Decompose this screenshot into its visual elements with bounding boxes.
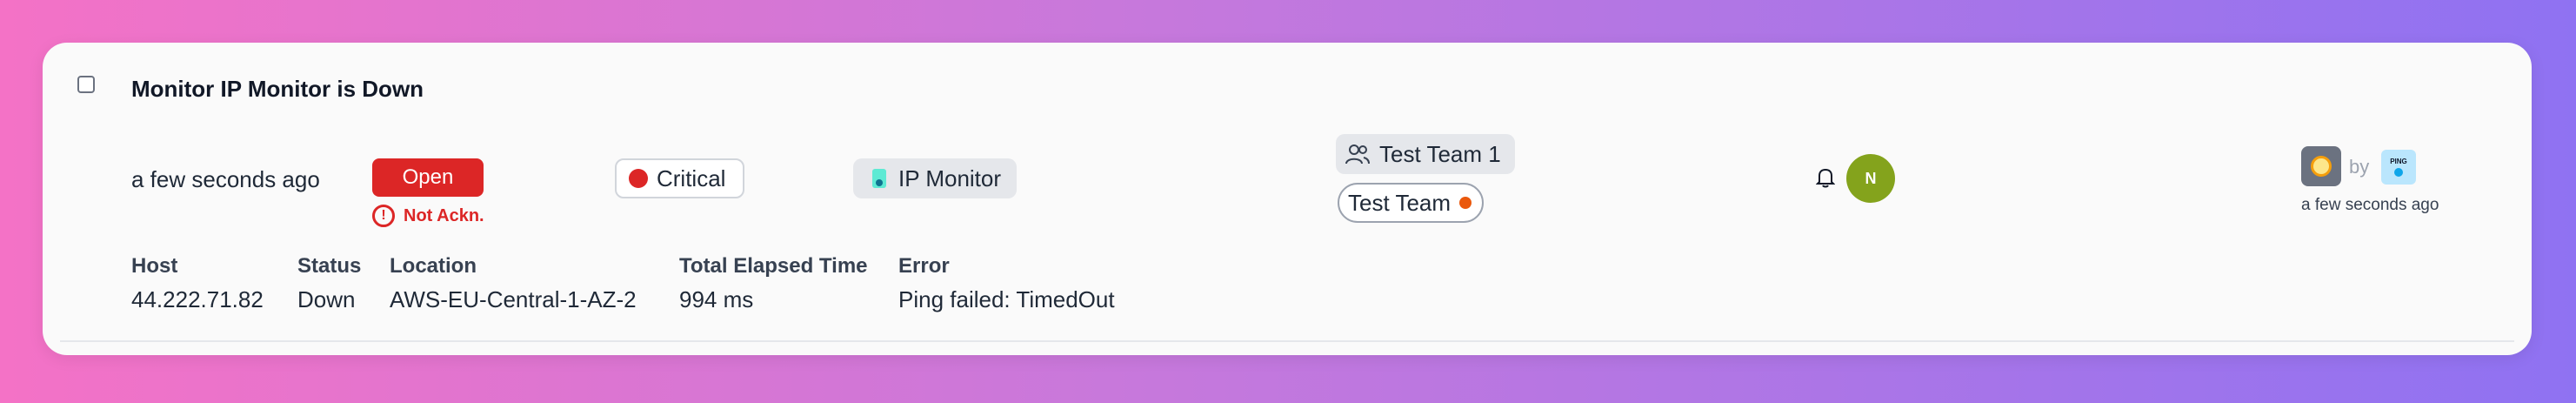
detail-header-error: Error (898, 254, 950, 278)
monitor-icon (872, 169, 886, 188)
source-user-icon (2301, 146, 2341, 186)
assignee-avatar[interactable]: N (1846, 154, 1895, 203)
detail-header-status: Status (297, 254, 362, 278)
integration-icon-text: PING (2390, 157, 2407, 165)
divider (60, 340, 2514, 342)
source-time: a few seconds ago (2301, 196, 2439, 214)
team-pill-test-team-1[interactable]: Test Team 1 (1336, 134, 1515, 174)
alert-circle-icon: ! (372, 205, 395, 227)
detail-header-elapsed: Total Elapsed Time (679, 254, 868, 278)
team-label: Test Team (1348, 189, 1452, 216)
ping-integration-icon: PING (2381, 150, 2416, 185)
bell-icon[interactable] (1815, 167, 1836, 192)
team-status-dot-icon (1459, 197, 1472, 209)
severity-dot-icon (629, 169, 648, 188)
monitor-pill[interactable]: IP Monitor (853, 158, 1018, 198)
detail-header-host: Host (131, 254, 178, 278)
select-checkbox[interactable] (77, 76, 95, 93)
detail-value-location: AWS-EU-Central-1-AZ-2 (390, 286, 637, 312)
state-badge[interactable]: Open (372, 158, 484, 197)
detail-value-status: Down (297, 286, 356, 312)
ack-status[interactable]: ! Not Ackn. (372, 205, 484, 227)
detail-header-location: Location (390, 254, 477, 278)
severity-badge[interactable]: Critical (615, 158, 745, 198)
detail-value-host: 44.222.71.82 (131, 286, 264, 312)
incident-card[interactable]: Monitor IP Monitor is Down a few seconds… (43, 43, 2532, 355)
detail-value-error: Ping failed: TimedOut (898, 286, 1115, 312)
severity-label: Critical (657, 165, 726, 191)
monitor-label: IP Monitor (898, 165, 1002, 191)
detail-value-elapsed: 994 ms (679, 286, 754, 312)
incident-time: a few seconds ago (131, 166, 320, 192)
ack-status-label: Not Ackn. (404, 205, 484, 225)
incident-title[interactable]: Monitor IP Monitor is Down (131, 76, 424, 103)
team-label: Test Team 1 (1379, 140, 1501, 167)
by-label: by (2349, 156, 2370, 178)
users-icon (1345, 144, 1370, 165)
team-pill-test-team[interactable]: Test Team (1338, 183, 1485, 223)
